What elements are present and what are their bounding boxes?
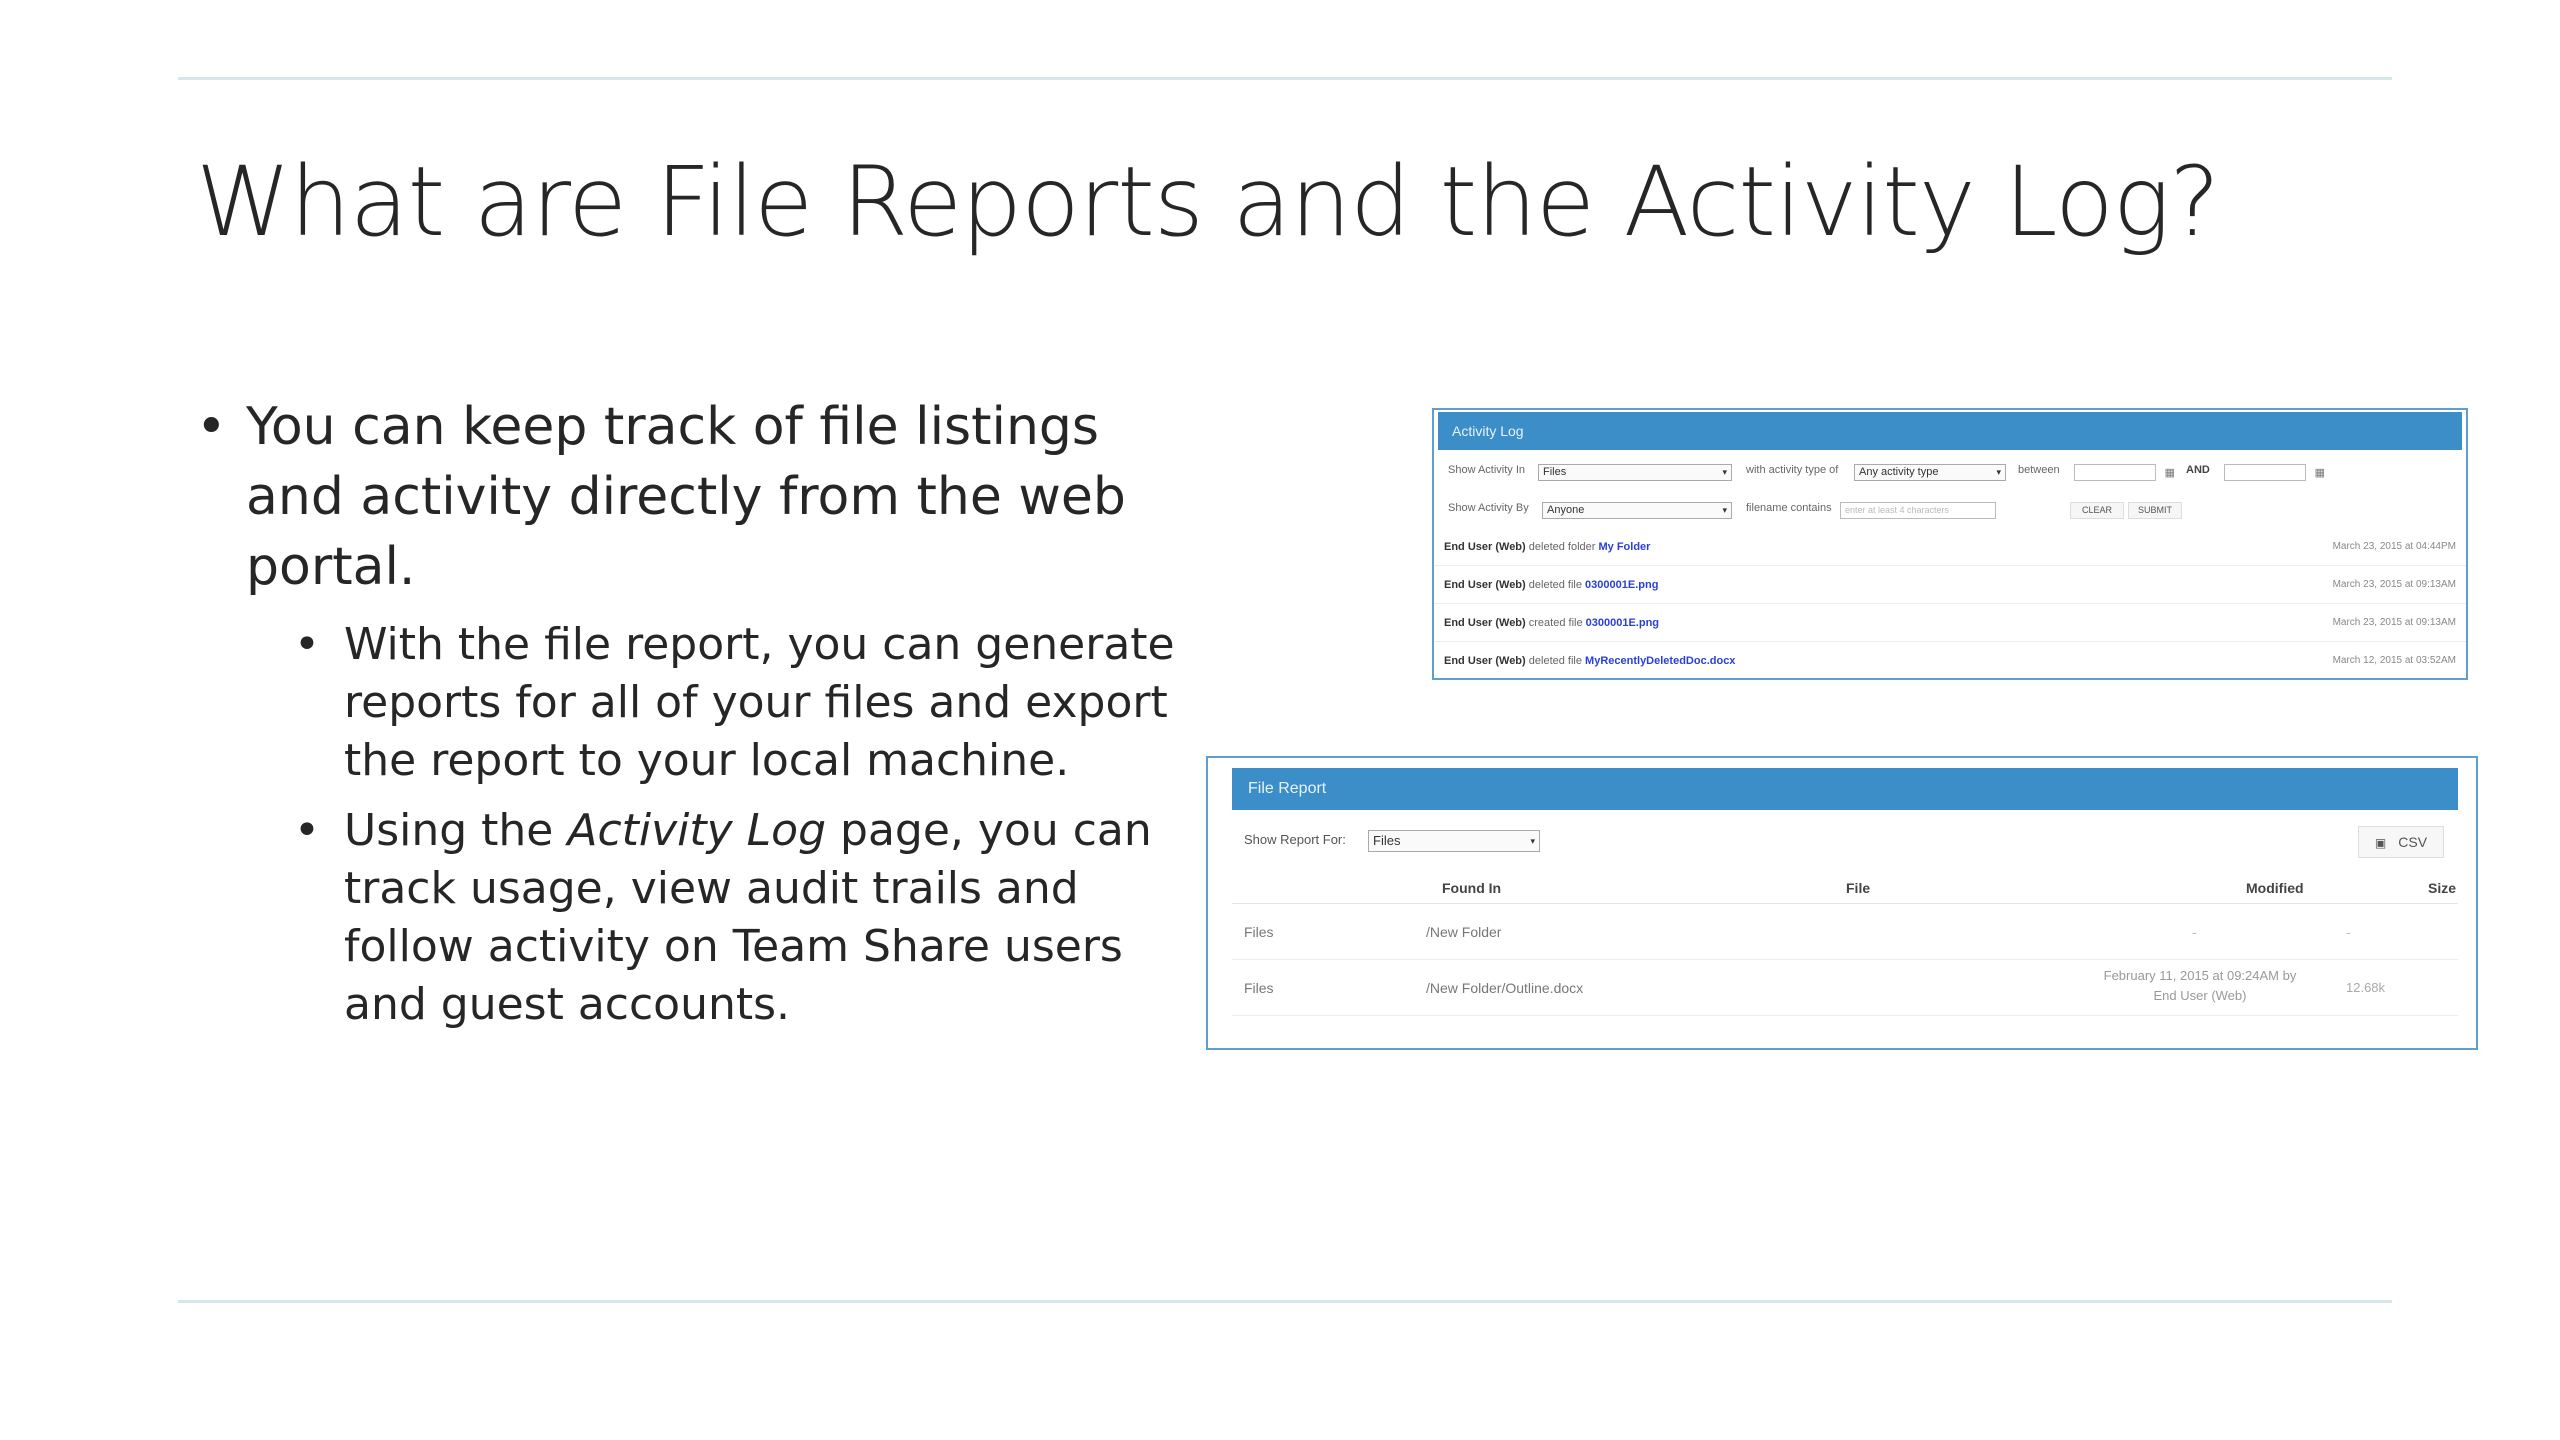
clear-button[interactable]: CLEAR [2070,502,2124,519]
csv-export-button[interactable]: ▣ CSV [2358,826,2444,858]
entry-user: End User (Web) [1444,655,1526,667]
bullet-main: • You can keep track of file listings an… [196,392,1196,602]
sub-bullet-list: • With the file report, you can generate… [196,616,1196,1034]
table-row[interactable]: Files /New Folder - - [1232,904,2458,960]
row-type: Files [1244,924,1274,940]
calendar-icon[interactable]: ▦ [2315,466,2325,479]
bullet-list: • You can keep track of file listings an… [196,392,1196,1046]
entry-target-link[interactable]: My Folder [1599,541,1651,553]
entry-user: End User (Web) [1444,617,1526,629]
show-activity-in-value: Files [1543,466,1567,478]
activity-entry: End User (Web) deleted folder My Folder … [1434,528,2466,566]
row-modified-by: End User (Web) [2153,988,2247,1003]
entry-date: March 23, 2015 at 09:13AM [2332,617,2456,628]
file-report-header: File Report [1232,768,2458,810]
activity-type-select[interactable]: Any activity type ▾ [1854,464,2006,481]
bullet-main-text: You can keep track of file listings and … [246,397,1126,597]
show-activity-by-value: Anyone [1547,504,1585,516]
entry-action: deleted file [1528,579,1582,591]
report-filter-row: Show Report For: Files ▾ ▣ CSV [1208,810,2476,866]
start-date-input[interactable]: ▦ [2074,464,2175,481]
entry-target-link[interactable]: 0300001E.png [1585,579,1658,591]
row-size: - [2346,924,2351,940]
show-activity-in-select[interactable]: Files ▾ [1538,464,1732,481]
show-activity-by-label: Show Activity By [1448,502,1529,514]
chevron-down-icon: ▾ [1530,836,1535,846]
row-found-in: /New Folder/Outline.docx [1426,980,1584,996]
file-report-screenshot: File Report Show Report For: Files ▾ ▣ CS… [1206,756,2478,1050]
activity-type-label: with activity type of [1746,464,1839,476]
top-divider [178,77,2392,80]
activity-entry: End User (Web) deleted file MyRecentlyDe… [1434,642,2466,678]
entry-target-link[interactable]: 0300001E.png [1586,617,1659,629]
and-label: AND [2186,464,2210,476]
activity-entry: End User (Web) deleted file 0300001E.png… [1434,566,2466,604]
submit-button[interactable]: SUBMIT [2128,502,2182,519]
chevron-down-icon: ▾ [1722,505,1727,515]
show-report-for-select[interactable]: Files ▾ [1368,830,1540,852]
row-modified: - [2192,924,2197,940]
save-icon: ▣ [2374,836,2387,850]
show-activity-in-label: Show Activity In [1448,464,1526,476]
column-header[interactable]: Found In [1442,880,1501,896]
column-header[interactable]: File [1846,880,1870,896]
chevron-down-icon: ▾ [1996,467,2001,477]
sub-bullet-emphasis: Activity Log [567,805,827,856]
between-label: between [2018,464,2060,476]
row-found-in: /New Folder [1426,924,1502,940]
slide-title: What are File Reports and the Activity L… [196,146,2220,258]
activity-type-value: Any activity type [1859,466,1939,478]
bullet-icon: • [294,805,320,856]
end-date-input[interactable]: ▦ [2224,464,2325,481]
sub-bullet-activity-log: • Using the Activity Log page, you can t… [294,802,1196,1034]
table-row[interactable]: Files /New Folder/Outline.docx February … [1232,960,2458,1016]
show-report-for-label: Show Report For: [1244,832,1346,847]
entry-user: End User (Web) [1444,541,1526,553]
activity-entry: End User (Web) created file 0300001E.png… [1434,604,2466,642]
entry-user: End User (Web) [1444,579,1526,591]
report-table-header: Found In File Modified Size [1232,866,2458,904]
filename-label: filename contains [1746,502,1832,514]
activity-filter-row-1: Show Activity In Files ▾ with activity t… [1434,452,2466,490]
entry-action: deleted file [1528,655,1582,667]
entry-date: March 23, 2015 at 04:44PM [2332,541,2456,552]
bottom-divider [178,1300,2392,1303]
sub-bullet-file-report: • With the file report, you can generate… [294,616,1196,790]
sub-bullet-text-pre: Using the [344,805,568,856]
csv-label: CSV [2398,834,2428,850]
entry-date: March 23, 2015 at 09:13AM [2332,579,2456,590]
calendar-icon[interactable]: ▦ [2165,466,2175,479]
column-header[interactable]: Size [2428,880,2456,896]
entry-date: March 12, 2015 at 03:52AM [2332,655,2456,666]
chevron-down-icon: ▾ [1722,467,1727,477]
sub-bullet-text: With the file report, you can generate r… [344,619,1175,786]
show-activity-by-select[interactable]: Anyone ▾ [1542,502,1732,519]
row-type: Files [1244,980,1274,996]
column-header[interactable]: Modified [2246,880,2304,896]
activity-log-screenshot: Activity Log Show Activity In Files ▾ wi… [1432,408,2468,680]
activity-filter-row-2: Show Activity By Anyone ▾ filename conta… [1434,490,2466,528]
row-size: 12.68k [2346,980,2386,995]
show-report-for-value: Files [1373,833,1401,848]
entry-action: created file [1528,617,1583,629]
entry-target-link[interactable]: MyRecentlyDeletedDoc.docx [1585,655,1735,667]
bullet-icon: • [196,397,227,457]
bullet-icon: • [294,619,320,670]
entry-action: deleted folder [1528,541,1596,553]
row-modified: February 11, 2015 at 09:24AM by [2103,968,2297,983]
filename-input[interactable]: enter at least 4 characters [1840,502,1996,519]
activity-log-header: Activity Log [1438,412,2462,450]
